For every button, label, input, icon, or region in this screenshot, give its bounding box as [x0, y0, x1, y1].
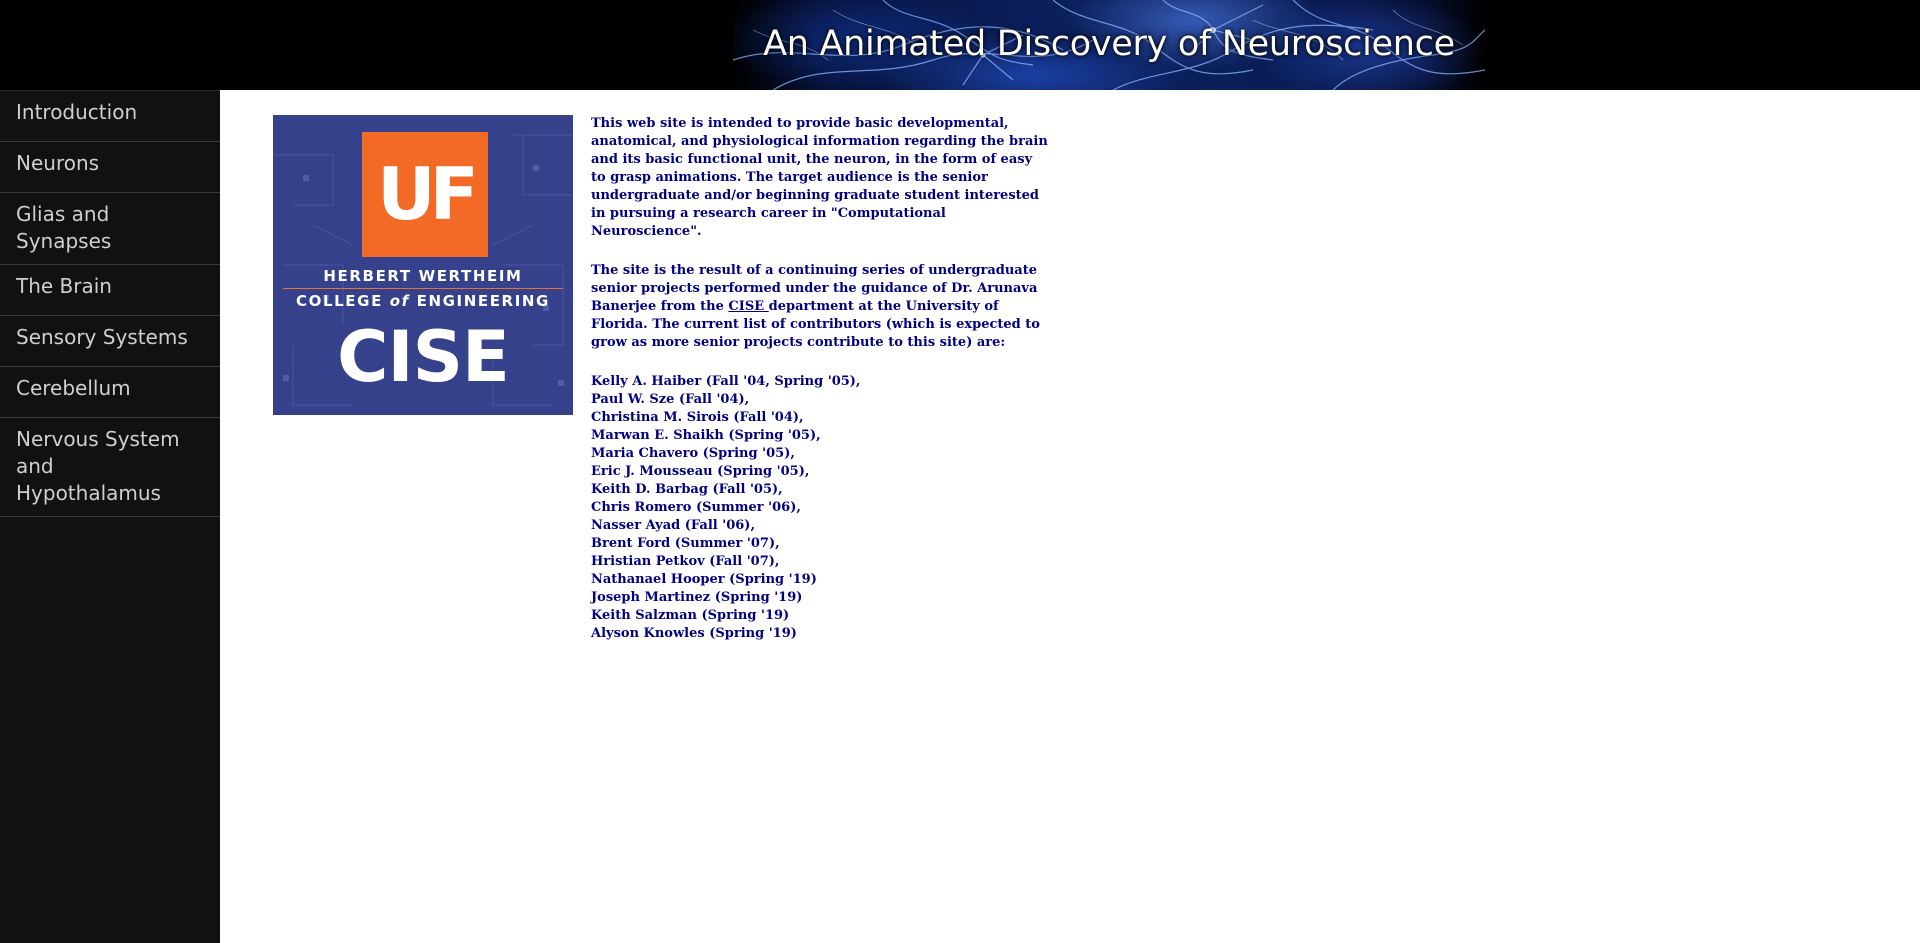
contributor-item: Joseph Martinez (Spring '19) [591, 590, 803, 605]
intro-paragraph: This web site is intended to provide bas… [591, 116, 1048, 239]
contributor-item: Keith D. Barbag (Fall '05), [591, 482, 783, 497]
contributor-item: Keith Salzman (Spring '19) [591, 608, 790, 623]
intro-content: This web site is intended to provide bas… [591, 115, 1051, 643]
cise-link[interactable]: CISE [728, 299, 768, 314]
header-banner: An Animated Discovery of Neuroscience [0, 0, 1920, 90]
contributor-item: Alyson Knowles (Spring '19) [591, 626, 797, 641]
contributor-item: Kelly A. Haiber (Fall '04, Spring '05), [591, 374, 861, 389]
contributor-list: Kelly A. Haiber (Fall '04, Spring '05), … [591, 373, 1051, 643]
sidebar-item-nervous-system-and-hypothalamus[interactable]: Nervous System and Hypothalamus [0, 418, 220, 517]
sidebar-item-sensory-systems[interactable]: Sensory Systems [0, 316, 220, 367]
site-title: An Animated Discovery of Neuroscience [763, 24, 1455, 64]
logo-college-name-line2: COLLEGE of ENGINEERING [273, 292, 573, 310]
uf-badge-text: UF [377, 152, 479, 236]
contributor-item: Brent Ford (Summer '07), [591, 536, 780, 551]
logo-college-name-line1: HERBERT WERTHEIM [323, 267, 523, 285]
logo-divider [283, 288, 563, 289]
sidebar-item-cerebellum[interactable]: Cerebellum [0, 367, 220, 418]
contributor-item: Eric J. Mousseau (Spring '05), [591, 464, 810, 479]
logo-line2-post: ENGINEERING [409, 292, 550, 310]
contributor-item: Christina M. Sirois (Fall '04), [591, 410, 804, 425]
contributor-item: Nathanael Hooper (Spring '19) [591, 572, 817, 587]
contributor-item: Marwan E. Shaikh (Spring '05), [591, 428, 821, 443]
contributor-item: Nasser Ayad (Fall '06), [591, 518, 755, 533]
logo-line2-pre: COLLEGE [296, 292, 390, 310]
nav-list: Introduction Neurons Glias and Synapses … [0, 91, 220, 517]
uf-cise-logo: UF HERBERT WERTHEIM COLLEGE of ENGINEERI… [273, 115, 573, 415]
contributor-item: Maria Chavero (Spring '05), [591, 446, 795, 461]
contributor-item: Paul W. Sze (Fall '04), [591, 392, 750, 407]
sidebar-item-glias-and-synapses[interactable]: Glias and Synapses [0, 193, 220, 265]
uf-badge: UF [362, 132, 488, 257]
contributor-item: Hristian Petkov (Fall '07), [591, 554, 780, 569]
logo-line2-of: of [389, 292, 410, 310]
sidebar-item-introduction[interactable]: Introduction [0, 91, 220, 142]
contributor-item: Chris Romero (Summer '06), [591, 500, 801, 515]
logo-cise-text: CISE [337, 316, 510, 398]
sidebar-item-the-brain[interactable]: The Brain [0, 265, 220, 316]
sidebar-item-neurons[interactable]: Neurons [0, 142, 220, 193]
sidebar-nav: Introduction Neurons Glias and Synapses … [0, 90, 220, 943]
credits-paragraph: The site is the result of a continuing s… [591, 262, 1051, 352]
